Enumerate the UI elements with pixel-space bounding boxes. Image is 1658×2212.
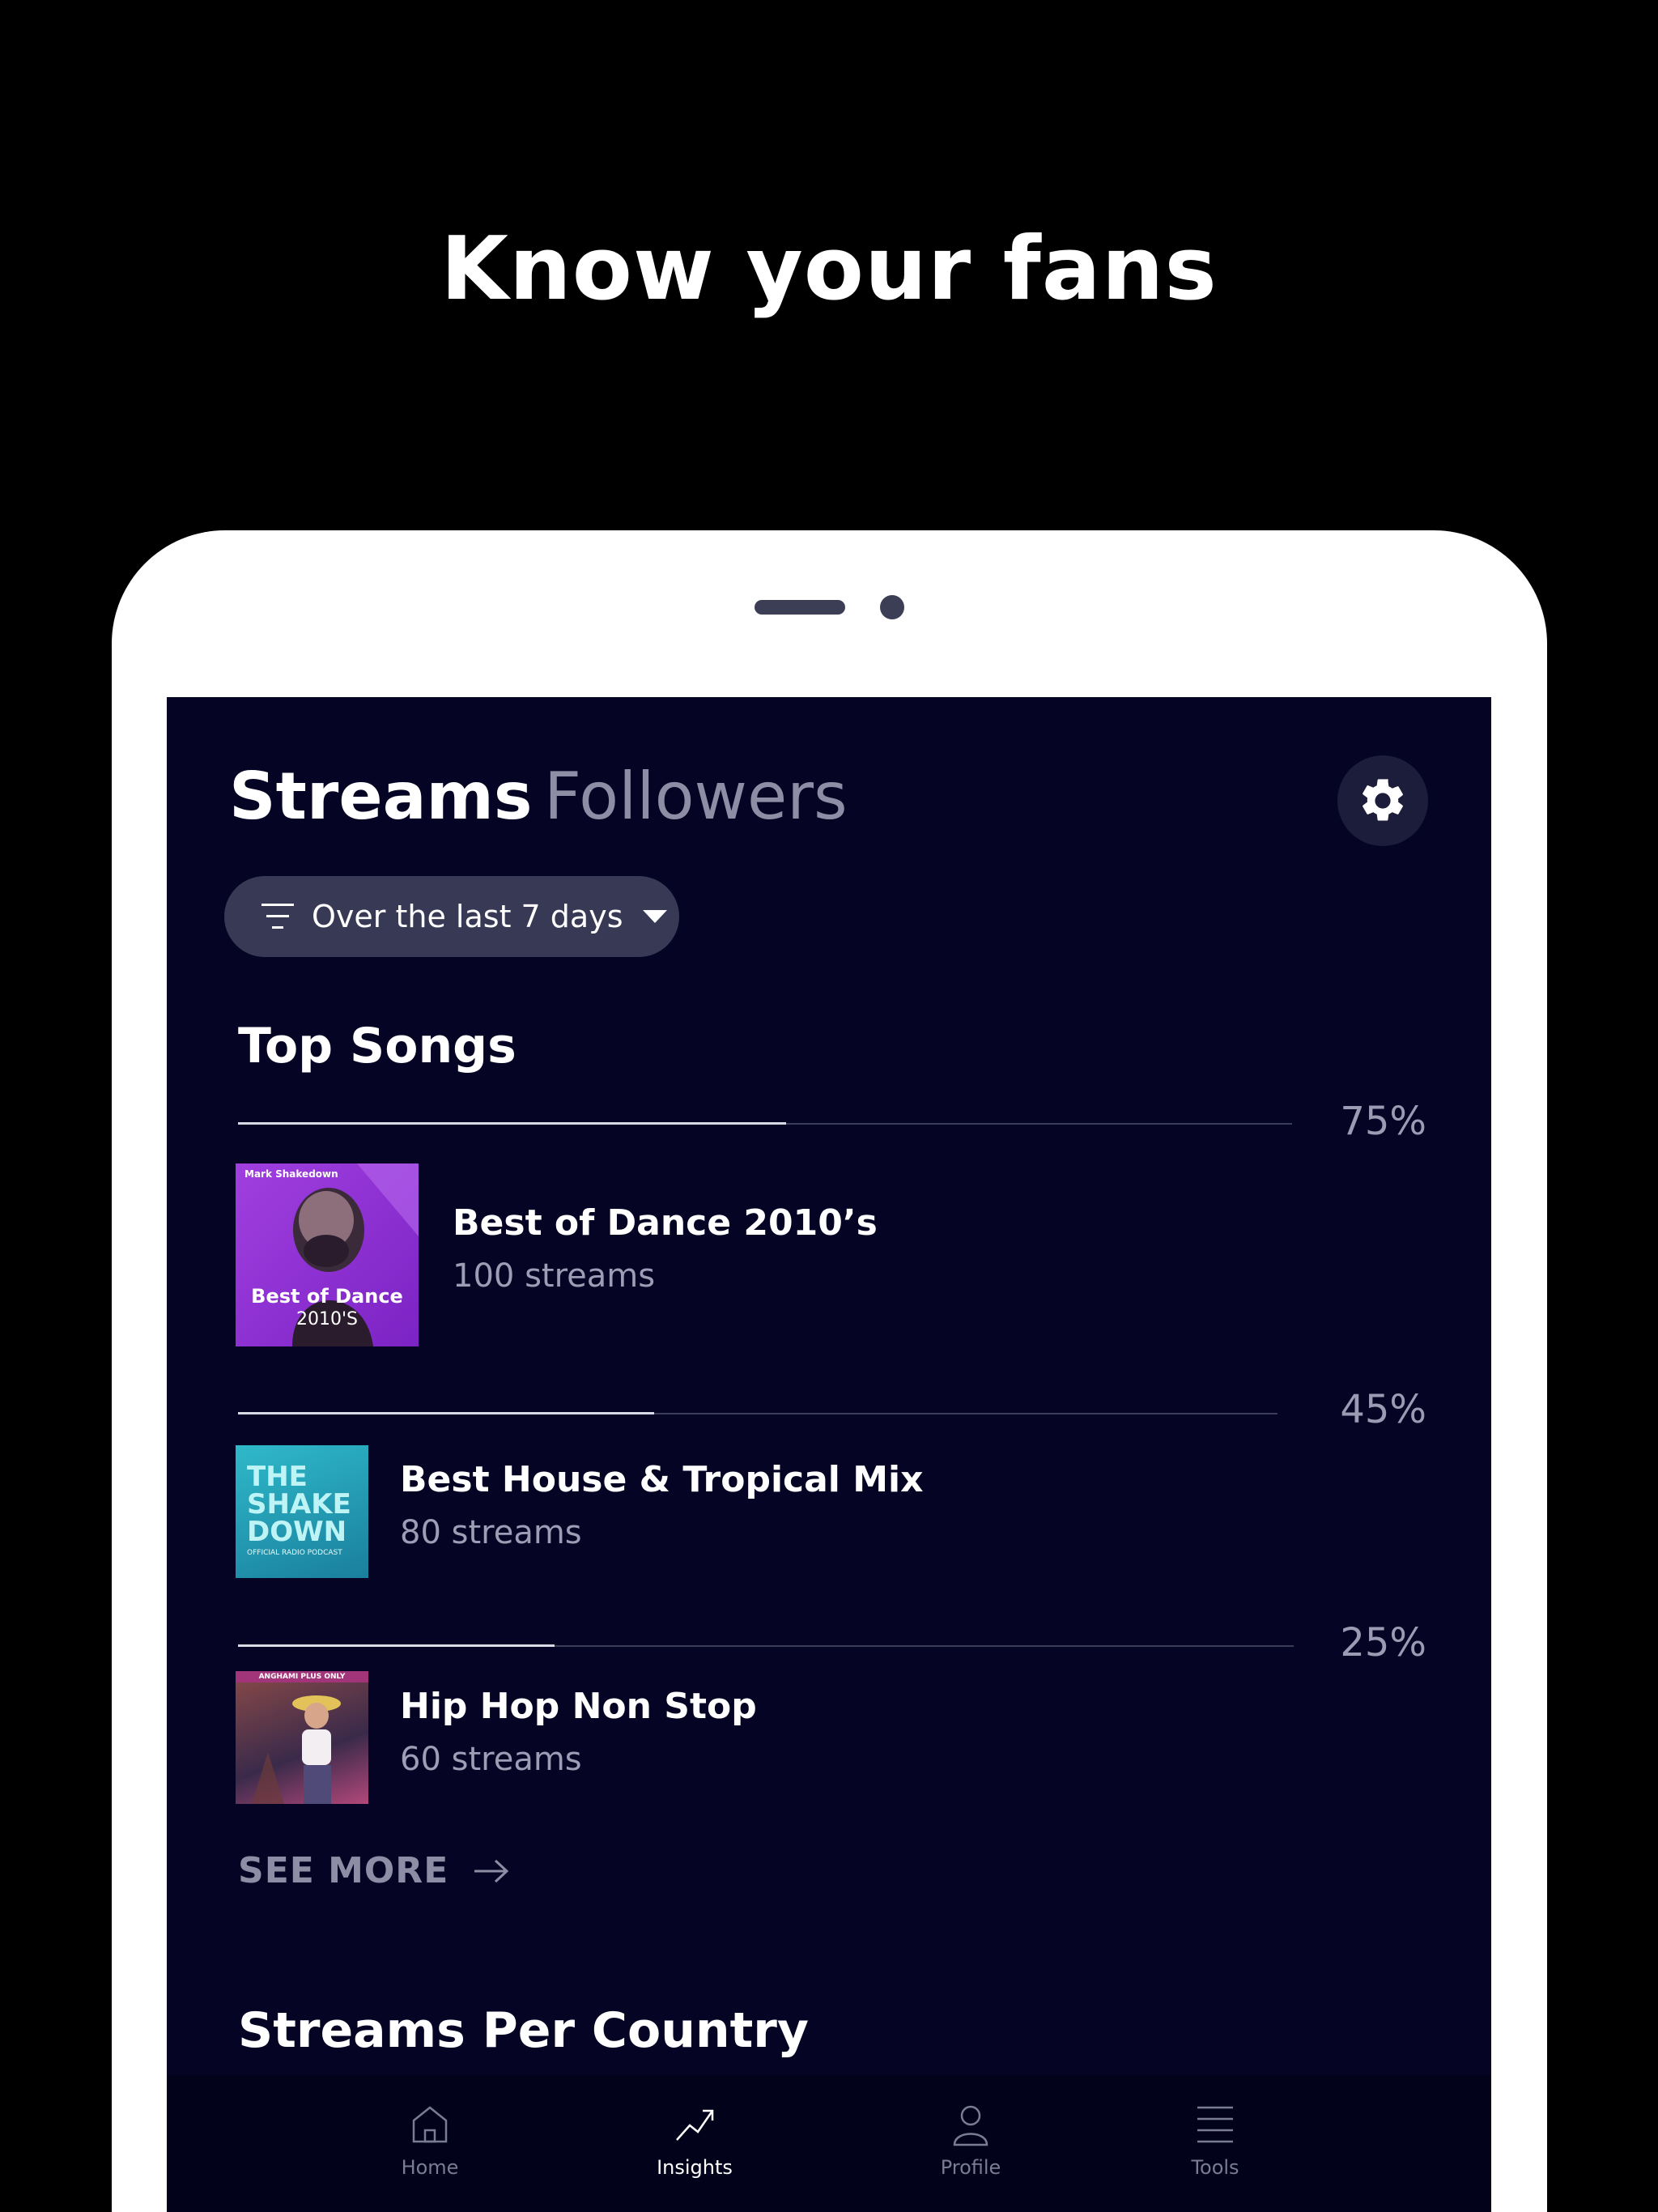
song-title[interactable]: Best of Dance 2010’s	[453, 1202, 878, 1244]
home-icon	[412, 2106, 448, 2143]
cover-title: SHAKE	[247, 1488, 351, 1521]
song-streams: 60 streams	[400, 1741, 582, 1778]
settings-button[interactable]	[1337, 755, 1428, 846]
song-progress-fill	[238, 1122, 787, 1125]
nav-label-profile: Profile	[940, 2156, 1001, 2179]
nav-item-tools[interactable]: Tools	[1134, 2075, 1296, 2212]
streams-per-country-title: Streams Per Country	[238, 2002, 809, 2059]
chevron-down-icon	[642, 910, 667, 923]
gear-icon	[1363, 779, 1403, 821]
tools-icon	[1197, 2106, 1233, 2143]
insights-icon	[676, 2109, 714, 2141]
nav-label-home: Home	[401, 2156, 459, 2179]
song-percent: 45%	[1340, 1387, 1426, 1432]
cover-subtitle: 2010'S	[295, 1309, 358, 1329]
bottom-nav: Home Insights Profile Tools	[167, 2075, 1491, 2212]
song-percent: 25%	[1340, 1620, 1426, 1665]
cover-dancer	[252, 1695, 341, 1804]
cover-title: Best of Dance	[251, 1285, 403, 1308]
profile-icon	[953, 2105, 988, 2146]
nav-item-profile[interactable]: Profile	[890, 2075, 1052, 2212]
album-cover[interactable]: THE SHAKE DOWN OFFICIAL RADIO PODCAST	[236, 1445, 368, 1578]
see-more-link[interactable]: SEE MORE	[238, 1850, 510, 1891]
song-streams: 100 streams	[453, 1257, 656, 1295]
nav-item-insights[interactable]: Insights	[614, 2075, 776, 2212]
cover-title: DOWN	[247, 1516, 347, 1548]
song-streams: 80 streams	[400, 1514, 582, 1551]
arrow-right-icon	[474, 1859, 509, 1882]
song-percent: 75%	[1340, 1099, 1426, 1144]
tab-followers[interactable]: Followers	[544, 759, 848, 834]
top-songs-title: Top Songs	[238, 1018, 517, 1074]
page-headline: Know your fans	[440, 219, 1218, 320]
tablet-speaker	[755, 600, 845, 615]
see-more-label: SEE MORE	[238, 1850, 449, 1891]
song-progress-bar	[238, 1644, 1294, 1647]
cover-subtitle: OFFICIAL RADIO PODCAST	[247, 1549, 342, 1557]
album-cover[interactable]: Mark Shakedown Best of Dance 2010'S	[236, 1163, 419, 1346]
filter-icon	[261, 904, 294, 929]
tablet-camera	[880, 595, 904, 619]
nav-label-insights: Insights	[657, 2156, 733, 2179]
song-progress-fill	[238, 1412, 654, 1414]
song-title[interactable]: Hip Hop Non Stop	[400, 1686, 757, 1727]
app-screen: Streams Followers Over the last 7 days T…	[167, 697, 1491, 2212]
song-progress-bar	[238, 1412, 1278, 1414]
nav-item-home[interactable]: Home	[349, 2075, 511, 2212]
nav-label-tools: Tools	[1191, 2156, 1239, 2179]
song-progress-bar	[238, 1122, 1292, 1125]
date-filter-dropdown[interactable]: Over the last 7 days	[224, 876, 679, 957]
song-progress-fill	[238, 1644, 555, 1647]
cover-title: THE	[247, 1461, 308, 1493]
album-cover[interactable]: ANGHAMI PLUS ONLY	[236, 1671, 368, 1804]
tab-streams[interactable]: Streams	[229, 759, 533, 834]
date-filter-label: Over the last 7 days	[312, 899, 623, 934]
song-title[interactable]: Best House & Tropical Mix	[400, 1459, 923, 1500]
